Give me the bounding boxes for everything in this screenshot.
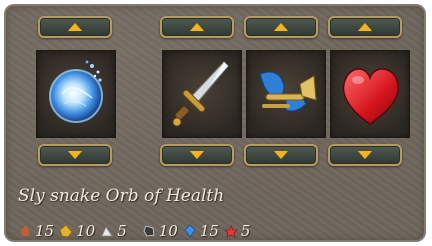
orb-slot[interactable]: [36, 50, 116, 138]
orb-down-button[interactable]: [38, 144, 112, 166]
trumpet-up-button[interactable]: [244, 16, 318, 38]
stat-dark: 10: [142, 222, 181, 240]
stat-value: 15: [35, 222, 55, 240]
arrow-up-icon: [358, 23, 372, 31]
arrow-down-icon: [68, 151, 82, 159]
arrow-down-icon: [358, 151, 372, 159]
heart-slot[interactable]: [330, 50, 410, 138]
heart-up-button[interactable]: [328, 16, 402, 38]
stat-white: 5: [100, 222, 130, 240]
stat-blue: 15: [183, 222, 222, 240]
item-panel: Sly snake Orb of Health 15 10 5 10 15 5: [4, 4, 426, 242]
blue-trumpet-icon: [259, 71, 317, 112]
arrow-down-icon: [274, 151, 288, 159]
weapon-slot[interactable]: [162, 50, 242, 138]
red-heart-icon: [342, 68, 399, 125]
orb-up-button[interactable]: [38, 16, 112, 38]
item-name: Sly snake Orb of Health: [18, 186, 225, 206]
dagger-icon: [172, 61, 229, 127]
arrow-up-icon: [68, 23, 82, 31]
blue-gem-icon: [184, 224, 196, 238]
red-gem-icon: [224, 225, 238, 238]
dark-crystal-icon: [143, 225, 155, 237]
stat-red: 5: [224, 222, 254, 240]
white-shard-icon: [101, 226, 113, 237]
magic-orb-icon: [49, 60, 103, 123]
stat-value: 15: [199, 222, 219, 240]
arrow-up-icon: [274, 23, 288, 31]
item-stats: 15 10 5 10 15 5: [18, 222, 255, 240]
stat-value: 10: [158, 222, 178, 240]
arrow-down-icon: [190, 151, 204, 159]
weapon-down-button[interactable]: [160, 144, 234, 166]
stat-flame: 15: [18, 222, 57, 240]
flame-pile-icon: [20, 225, 30, 237]
stat-value: 5: [240, 222, 251, 240]
trumpet-down-button[interactable]: [244, 144, 318, 166]
stat-value: 5: [117, 222, 127, 240]
trumpet-slot[interactable]: [246, 50, 326, 138]
weapon-up-button[interactable]: [160, 16, 234, 38]
heart-down-button[interactable]: [328, 144, 402, 166]
stat-value: 10: [76, 222, 96, 240]
yellow-gem-icon: [59, 224, 73, 238]
arrow-up-icon: [190, 23, 204, 31]
stat-yellow: 10: [59, 222, 98, 240]
